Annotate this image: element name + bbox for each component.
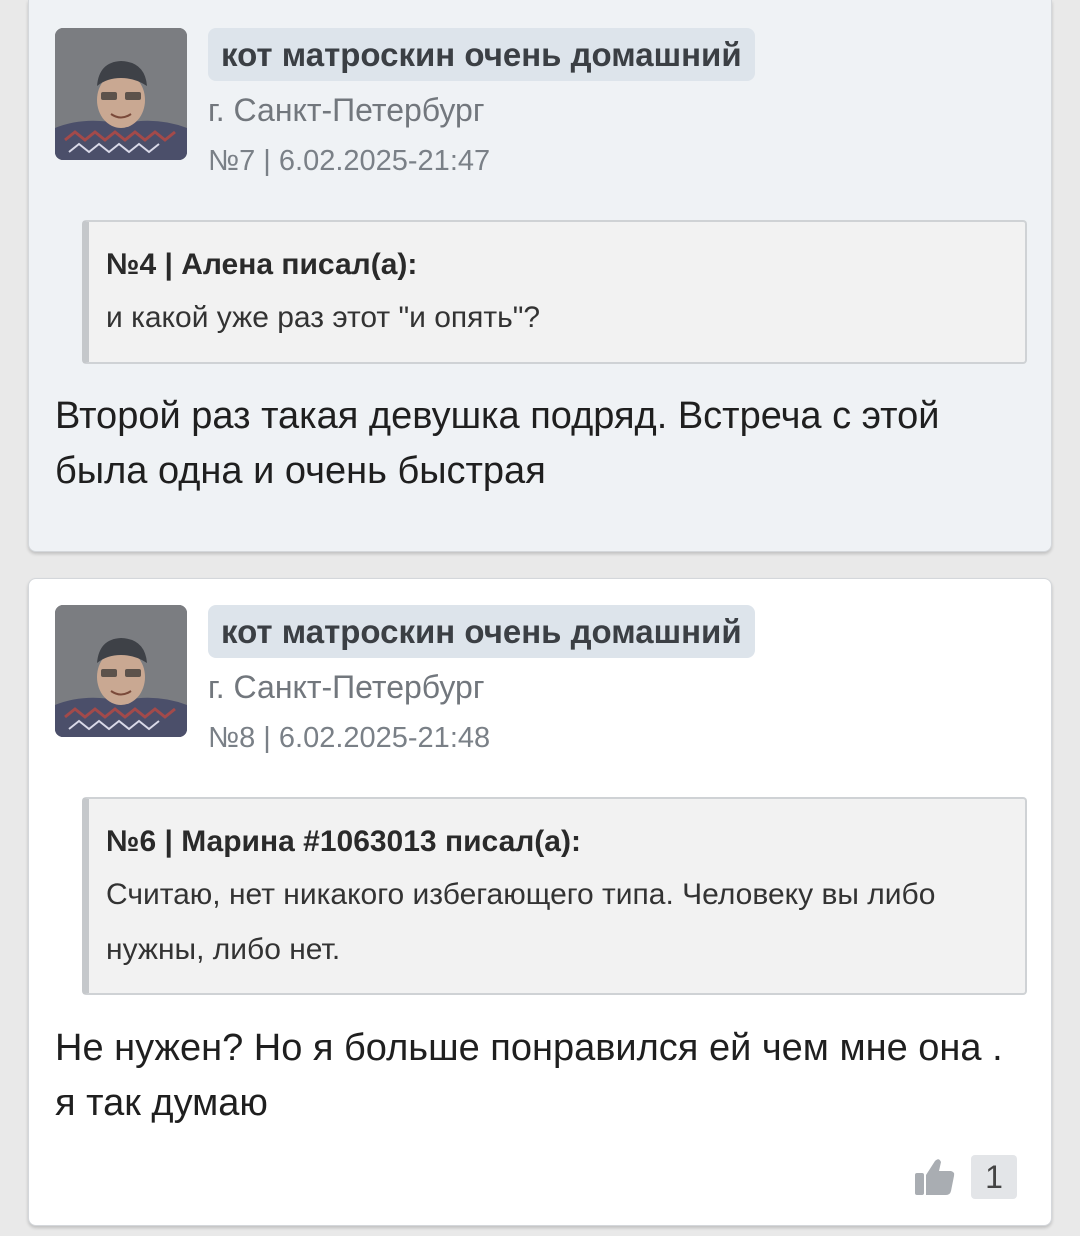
forum-post: кот матроскин очень домашний г. Санкт-Пе… [28,578,1052,1226]
quote-block: №4 | Алена писал(а): и какой уже раз это… [82,220,1027,364]
post-meta[interactable]: №8 | 6.02.2025-21:48 [208,722,490,755]
quote-header[interactable]: №6 | Марина #1063013 писал(а): [106,819,1009,865]
post-text: Второй раз такая девушка подряд. Встреча… [55,395,940,492]
post-text: Не нужен? Но я больше понравился ей чем … [55,1027,1003,1124]
post-meta[interactable]: №7 | 6.02.2025-21:47 [208,145,490,178]
avatar[interactable] [55,28,187,160]
author-city: г. Санкт-Петербург [208,669,485,705]
author-name[interactable]: кот матроскин очень домашний [208,605,755,658]
avatar[interactable] [55,605,187,737]
quote-text: Считаю, нет никакого избегающего типа. Ч… [106,878,936,966]
quote-header[interactable]: №4 | Алена писал(а): [106,242,1009,288]
like-count: 1 [971,1155,1017,1199]
author-city: г. Санкт-Петербург [208,92,485,128]
quote-block: №6 | Марина #1063013 писал(а): Считаю, н… [82,797,1027,995]
author-name[interactable]: кот матроскин очень домашний [208,28,755,81]
quote-text: и какой уже раз этот "и опять"? [106,301,541,334]
like-control[interactable]: 1 [913,1155,1017,1199]
forum-post: кот матроскин очень домашний г. Санкт-Пе… [28,0,1052,552]
thumbs-up-icon[interactable] [913,1155,957,1199]
